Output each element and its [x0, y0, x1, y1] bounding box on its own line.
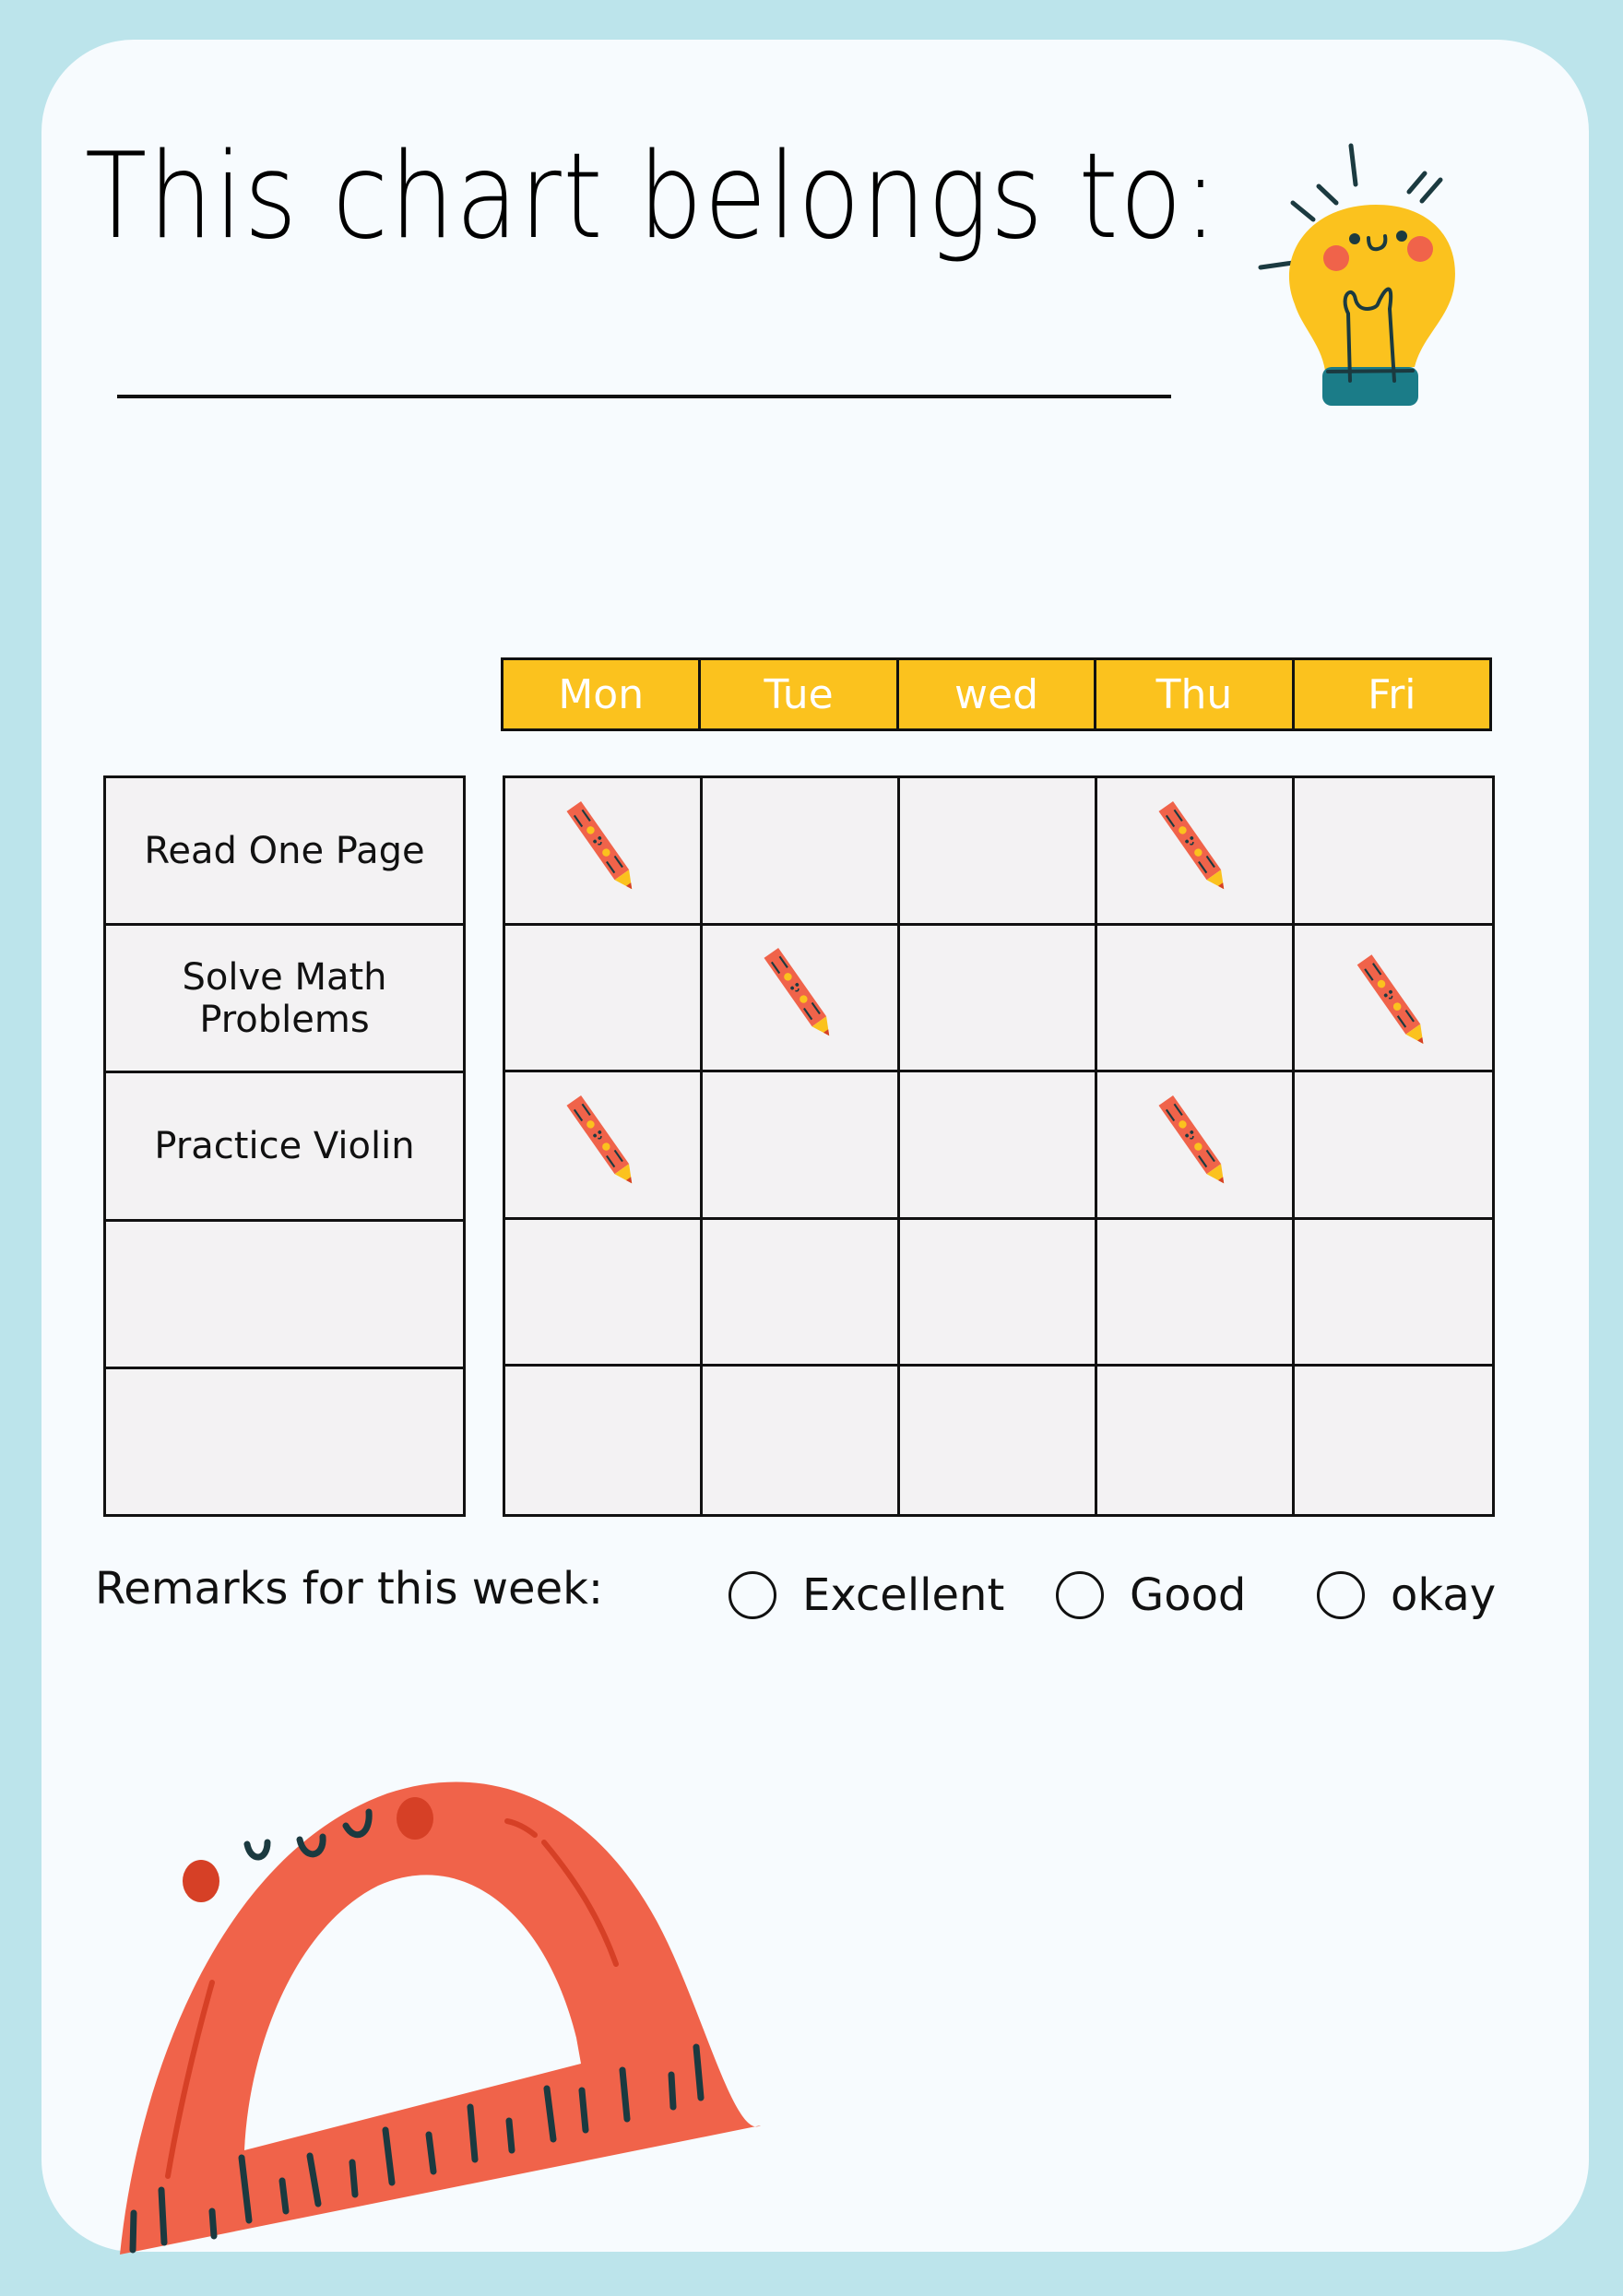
page-title: This chart belongs to: [85, 128, 1220, 266]
day-header-fri: Fri [1368, 670, 1416, 718]
remark-option-good[interactable]: Good [1056, 1563, 1246, 1627]
pencil-icon [566, 1095, 632, 1184]
grid-cell-wed-3[interactable] [900, 1072, 1097, 1220]
lightbulb-icon [1258, 143, 1455, 406]
task-row[interactable]: Read One Page [106, 778, 463, 927]
grid-cell-mon-5[interactable] [505, 1367, 703, 1514]
remark-option-excellent[interactable]: Excellent [729, 1563, 1004, 1627]
task-row[interactable]: Practice Violin [106, 1073, 463, 1222]
pencil-icon [1158, 1095, 1224, 1184]
grid-cell-wed-4[interactable] [900, 1219, 1097, 1367]
grid-cell-tue-3[interactable] [703, 1072, 900, 1220]
pencil-icon [1158, 800, 1224, 890]
remark-option-okay[interactable]: okay [1317, 1563, 1496, 1627]
tracking-grid [503, 775, 1495, 1517]
task-list: Read One Page Solve Math Problems Practi… [103, 775, 466, 1517]
pencil-icon [764, 948, 829, 1036]
name-line[interactable] [117, 395, 1171, 398]
task-row[interactable] [106, 1369, 463, 1514]
day-header-thu: Thu [1096, 660, 1295, 728]
grid-cell-tue-2[interactable] [703, 925, 900, 1073]
pencil-icon [566, 800, 632, 890]
grid-cell-fri-3[interactable] [1295, 1072, 1492, 1220]
radio-good[interactable] [1056, 1571, 1104, 1619]
grid-cell-thu-4[interactable] [1097, 1219, 1295, 1367]
grid-cell-mon-3[interactable] [505, 1072, 703, 1220]
remark-option-label: Excellent [802, 1569, 1005, 1621]
remarks-section: Remarks for this week: Excellent Good ok… [95, 1563, 1534, 1627]
grid-cell-fri-5[interactable] [1295, 1367, 1492, 1514]
remark-option-label: Good [1130, 1569, 1247, 1621]
remarks-label: Remarks for this week: [95, 1563, 604, 1615]
grid-cell-thu-5[interactable] [1097, 1367, 1295, 1514]
radio-okay[interactable] [1317, 1571, 1365, 1619]
grid-cell-thu-2[interactable] [1097, 925, 1295, 1073]
task-row[interactable] [106, 1222, 463, 1369]
grid-cell-tue-4[interactable] [703, 1219, 900, 1367]
grid-cell-wed-2[interactable] [900, 925, 1097, 1073]
pencil-icon [1356, 954, 1423, 1045]
day-header-wed: wed [899, 660, 1097, 728]
grid-cell-mon-4[interactable] [505, 1219, 703, 1367]
grid-cell-fri-2[interactable] [1295, 926, 1492, 1073]
grid-cell-thu-3[interactable] [1097, 1072, 1295, 1220]
grid-cell-fri-1[interactable] [1295, 778, 1492, 926]
day-header-tue: Tue [701, 660, 899, 728]
days-header: Mon Tue wed Thu Fri [501, 657, 1492, 731]
grid-cell-mon-2[interactable] [505, 925, 703, 1073]
protractor-icon [120, 1781, 761, 2255]
remark-option-label: okay [1391, 1569, 1497, 1621]
grid-cell-tue-5[interactable] [703, 1367, 900, 1514]
day-header-mon: Mon [503, 660, 702, 728]
grid-cell-fri-4[interactable] [1295, 1220, 1492, 1367]
radio-excellent[interactable] [729, 1571, 776, 1619]
grid-cell-wed-1[interactable] [900, 778, 1097, 926]
grid-cell-mon-1[interactable] [505, 778, 703, 926]
grid-cell-tue-1[interactable] [703, 778, 900, 926]
grid-cell-wed-5[interactable] [900, 1367, 1097, 1514]
task-row[interactable]: Solve Math Problems [106, 926, 463, 1074]
grid-cell-thu-1[interactable] [1097, 778, 1295, 926]
